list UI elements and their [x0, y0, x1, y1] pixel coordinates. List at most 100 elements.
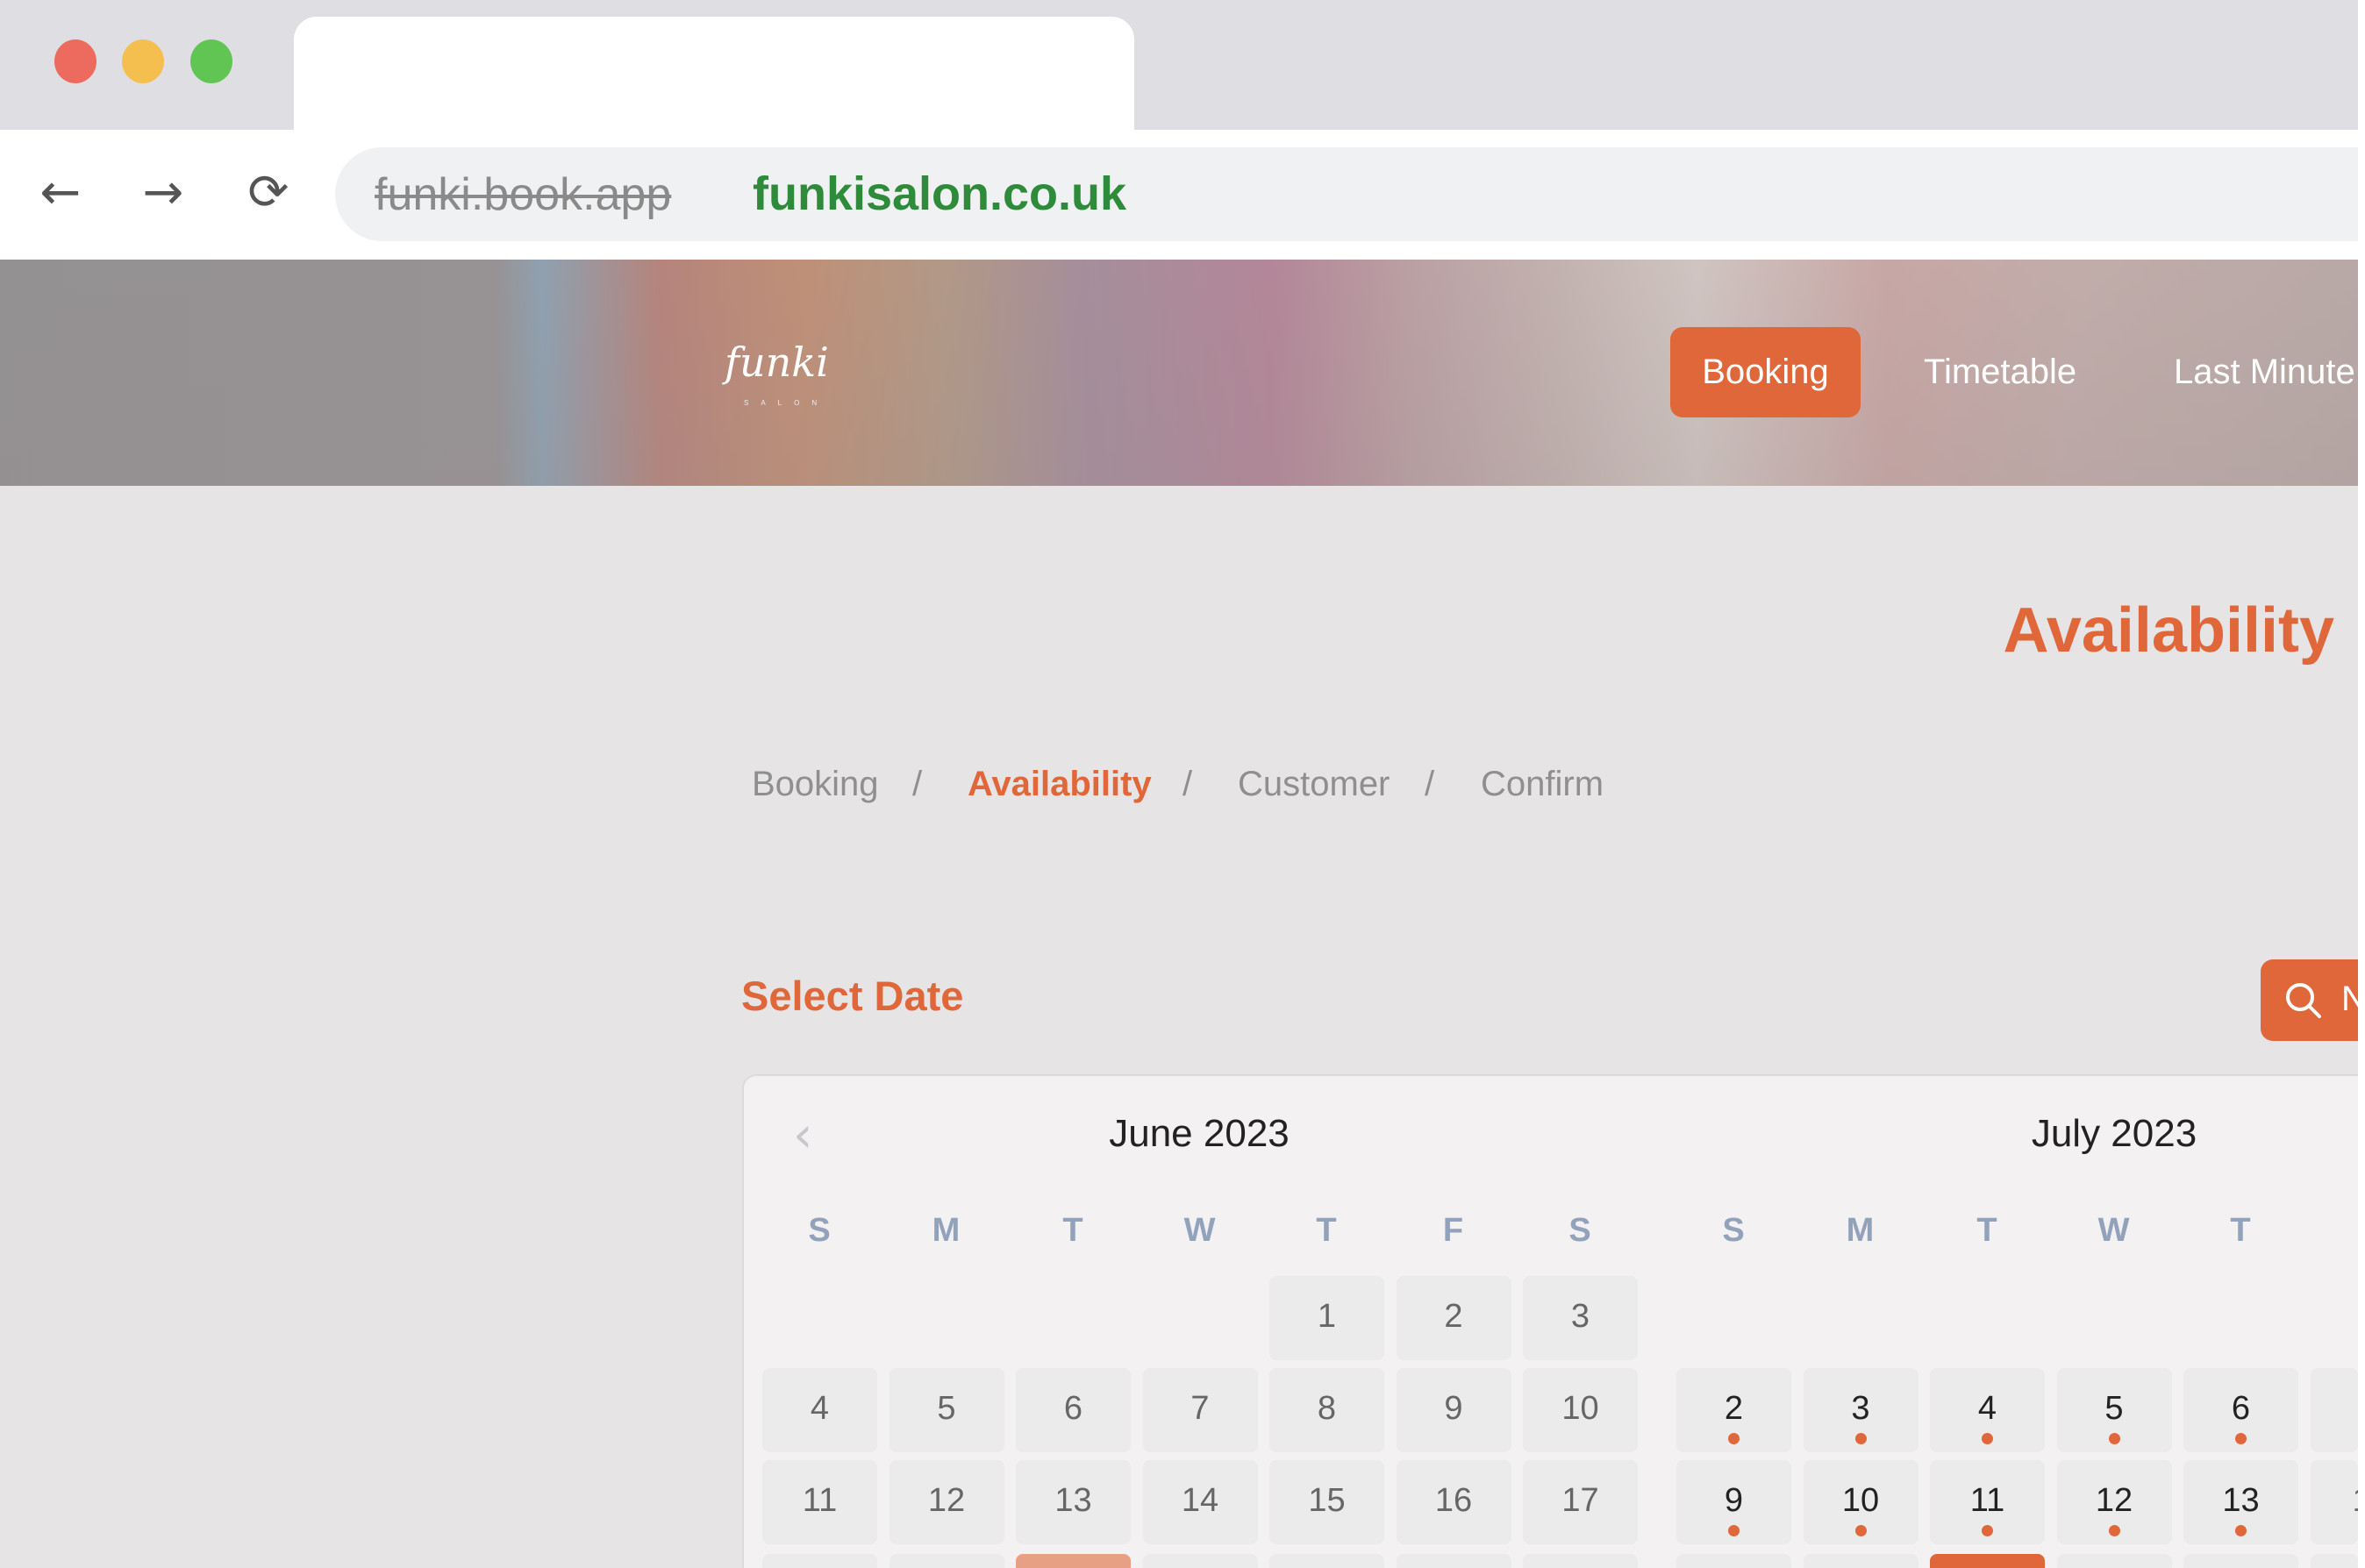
day-cell[interactable]: 8 [1269, 1368, 1384, 1452]
weekday-label: M [932, 1212, 961, 1249]
day-number: 14 [2353, 1482, 2359, 1519]
day-cell[interactable]: 1 [1269, 1276, 1384, 1360]
day-number: 6 [2231, 1390, 2251, 1427]
day-cell[interactable] [2056, 1554, 2172, 1568]
day-number: 8 [1317, 1390, 1337, 1427]
day-cell[interactable]: 15 [1269, 1460, 1384, 1544]
availability-dot-icon [1982, 1525, 1993, 1536]
breadcrumb-customer[interactable]: Customer [1238, 765, 1390, 804]
day-number: 10 [1841, 1482, 1880, 1519]
day-number: 11 [1969, 1482, 2005, 1519]
weekday-label: S [1568, 1212, 1591, 1249]
back-arrow-icon[interactable]: ← [32, 165, 89, 221]
day-cell[interactable]: 17 [1523, 1460, 1638, 1544]
day-cell[interactable]: 10 [1803, 1460, 1918, 1544]
nav-timetable[interactable]: Timetable [1924, 327, 2076, 417]
day-cell[interactable]: 2 [1676, 1368, 1791, 1452]
nav-booking[interactable]: Booking [1670, 327, 1861, 417]
day-cell[interactable]: 11 [762, 1460, 877, 1544]
minimize-window-button[interactable] [122, 39, 164, 83]
day-cell[interactable] [2310, 1368, 2358, 1452]
day-cell[interactable] [1016, 1554, 1131, 1568]
day-number: 3 [1851, 1390, 1870, 1427]
day-cell[interactable]: 14 [2310, 1460, 2359, 1544]
day-cell[interactable]: 5 [889, 1368, 1004, 1452]
day-cell[interactable] [1676, 1554, 1791, 1568]
old-url: funki.book.app [375, 169, 672, 220]
site-logo[interactable]: funki [725, 339, 829, 386]
availability-dot-icon [1854, 1433, 1867, 1444]
day-number: 10 [1561, 1390, 1599, 1427]
day-cell[interactable] [1396, 1554, 1511, 1568]
day-cell[interactable]: 9 [1396, 1368, 1511, 1452]
close-window-button[interactable] [54, 39, 96, 83]
day-cell[interactable]: 4 [762, 1368, 877, 1452]
prev-month-chevron-icon[interactable]: ‹ [793, 1107, 812, 1164]
breadcrumb-confirm[interactable]: Confirm [1481, 765, 1604, 804]
day-cell[interactable] [1269, 1554, 1384, 1568]
day-cell[interactable] [1523, 1554, 1638, 1568]
day-number: 4 [1977, 1390, 1997, 1427]
day-cell[interactable] [1142, 1554, 1258, 1568]
day-cell[interactable]: 11 [1930, 1460, 2045, 1544]
day-number: 1 [1317, 1298, 1337, 1335]
forward-arrow-icon[interactable]: → [135, 165, 191, 221]
browser-window: ← → ⟳ funki.book.app funkisalon.co.uk fu… [0, 0, 2358, 1568]
day-number: 12 [927, 1482, 966, 1519]
availability-dot-icon [1728, 1433, 1740, 1444]
day-cell[interactable] [1930, 1554, 2045, 1568]
weekday-label: S [808, 1212, 831, 1249]
reload-icon[interactable]: ⟳ [240, 165, 297, 221]
day-cell[interactable]: 5 [2056, 1368, 2172, 1452]
maximize-window-button[interactable] [190, 39, 232, 83]
breadcrumb-separator: / [912, 765, 923, 803]
month-title: July 2023 [2031, 1112, 2197, 1155]
weekday-label: T [2230, 1212, 2251, 1249]
day-cell[interactable]: 10 [1523, 1368, 1638, 1452]
day-number: 9 [1724, 1482, 1744, 1519]
availability-dot-icon [1854, 1525, 1867, 1536]
weekday-label: S [1722, 1212, 1745, 1249]
day-cell[interactable]: 14 [1142, 1460, 1258, 1544]
browser-tab[interactable] [294, 17, 1134, 139]
day-cell[interactable]: 12 [2056, 1460, 2172, 1544]
day-cell[interactable] [2310, 1554, 2358, 1568]
day-cell[interactable]: 3 [1523, 1276, 1638, 1360]
day-cell[interactable]: 2 [1396, 1276, 1511, 1360]
day-number: 17 [1561, 1482, 1599, 1519]
day-number: 11 [802, 1482, 838, 1519]
day-cell[interactable] [762, 1554, 877, 1568]
day-cell[interactable] [2183, 1554, 2298, 1568]
day-cell[interactable]: 4 [1930, 1368, 2045, 1452]
nav-last-minute[interactable]: Last Minute [2174, 327, 2358, 417]
weekday-label: T [1316, 1212, 1337, 1249]
breadcrumb-separator: / [1182, 765, 1193, 803]
day-cell[interactable]: 9 [1676, 1460, 1791, 1544]
search-button[interactable]: N [2261, 959, 2358, 1041]
search-button-label: N [2341, 980, 2358, 1018]
day-cell[interactable]: 6 [1016, 1368, 1131, 1452]
section-title: Select Date [741, 973, 964, 1019]
availability-dot-icon [1982, 1433, 1993, 1444]
day-number: 5 [937, 1390, 956, 1427]
day-cell[interactable]: 13 [1016, 1460, 1131, 1544]
day-number: 5 [2104, 1390, 2124, 1427]
month-title: June 2023 [1109, 1112, 1290, 1155]
day-cell[interactable]: 7 [1142, 1368, 1258, 1452]
day-cell[interactable]: 13 [2183, 1460, 2298, 1544]
day-number: 2 [1724, 1390, 1744, 1427]
weekday-label: T [1976, 1212, 1997, 1249]
day-cell[interactable]: 3 [1803, 1368, 1918, 1452]
day-number: 14 [1181, 1482, 1219, 1519]
day-cell[interactable] [1803, 1554, 1918, 1568]
day-number: 15 [1308, 1482, 1346, 1519]
day-cell[interactable]: 6 [2183, 1368, 2298, 1452]
day-number: 4 [810, 1390, 830, 1427]
weekday-label: W [1183, 1212, 1216, 1249]
breadcrumb-availability[interactable]: Availability [968, 765, 1152, 804]
day-cell[interactable]: 12 [889, 1460, 1004, 1544]
day-cell[interactable] [889, 1554, 1004, 1568]
new-url: funkisalon.co.uk [753, 167, 1127, 220]
day-cell[interactable]: 16 [1396, 1460, 1511, 1544]
breadcrumb-booking[interactable]: Booking [752, 765, 879, 804]
